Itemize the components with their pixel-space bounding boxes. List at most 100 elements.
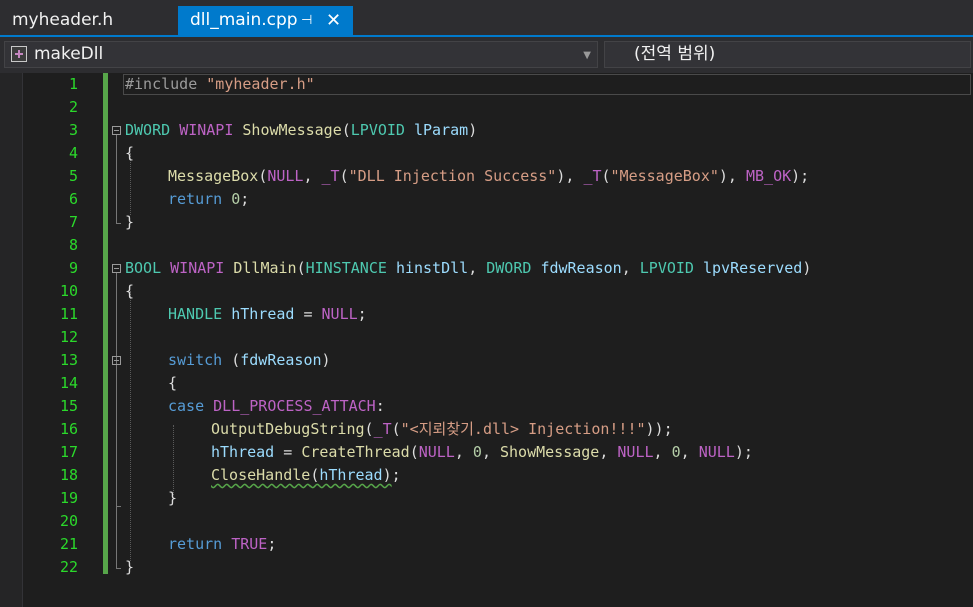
outline-end bbox=[116, 223, 121, 224]
pin-icon[interactable]: ⊣ bbox=[301, 6, 312, 35]
line-number: 11 bbox=[59, 305, 78, 323]
punctuation: , bbox=[454, 443, 473, 461]
type-name: HANDLE bbox=[168, 305, 223, 323]
parameter-name: lParam bbox=[414, 121, 469, 139]
number-literal: 0 bbox=[231, 190, 241, 208]
punctuation: ; bbox=[391, 466, 401, 484]
macro-name: _T bbox=[321, 167, 340, 185]
code-editor[interactable]: 1 2 3 4 5 6 7 8 9 10 11 12 13 14 15 16 1… bbox=[0, 73, 973, 607]
punctuation: ); bbox=[791, 167, 810, 185]
line-number: 4 bbox=[68, 144, 78, 162]
line-number: 21 bbox=[59, 535, 78, 553]
code-line-22[interactable]: } bbox=[125, 556, 134, 579]
line-number: 18 bbox=[59, 466, 78, 484]
code-line-21[interactable]: return TRUE; bbox=[168, 533, 276, 556]
code-line-16[interactable]: OutputDebugString(_T("<지뢰찾기.dll> Injecti… bbox=[211, 418, 673, 441]
punctuation: , bbox=[680, 443, 699, 461]
parameter-name: hinstDll bbox=[395, 259, 469, 277]
type-name: LPVOID bbox=[639, 259, 694, 277]
punctuation: ) bbox=[382, 466, 392, 484]
keyword: case bbox=[168, 397, 205, 415]
function-name: OutputDebugString bbox=[211, 420, 365, 438]
code-line-4[interactable]: { bbox=[125, 142, 134, 165]
macro-name: MB_OK bbox=[746, 167, 792, 185]
punctuation: , bbox=[481, 443, 500, 461]
tab-label: dll_main.cpp bbox=[190, 10, 298, 30]
punctuation: ) bbox=[468, 121, 478, 139]
include-file-string: "myheader.h" bbox=[206, 75, 315, 93]
collapse-icon[interactable] bbox=[112, 356, 121, 365]
parameter-name: lpvReserved bbox=[703, 259, 803, 277]
code-line-9[interactable]: BOOL WINAPI DllMain(HINSTANCE hinstDll, … bbox=[125, 257, 811, 280]
code-line-1[interactable]: #include "myheader.h" bbox=[125, 73, 315, 96]
collapse-icon[interactable] bbox=[112, 126, 121, 135]
tab-dll-main-cpp[interactable]: dll_main.cpp ⊣ ✕ bbox=[178, 6, 353, 35]
punctuation: ( bbox=[391, 420, 401, 438]
code-line-19[interactable]: } bbox=[168, 487, 177, 510]
type-name: HINSTANCE bbox=[305, 259, 387, 277]
code-line-3[interactable]: DWORD WINAPI ShowMessage(LPVOID lParam) bbox=[125, 119, 477, 142]
preprocessor-directive: #include bbox=[125, 75, 198, 93]
type-name: DWORD bbox=[125, 121, 171, 139]
line-number: 1 bbox=[68, 75, 78, 93]
line-number: 14 bbox=[59, 374, 78, 392]
code-line-10[interactable]: { bbox=[125, 280, 134, 303]
line-number: 15 bbox=[59, 397, 78, 415]
code-line-14[interactable]: { bbox=[168, 372, 177, 395]
macro-name: NULL bbox=[267, 167, 304, 185]
outline-line bbox=[116, 273, 117, 568]
tab-label: myheader.h bbox=[12, 10, 114, 30]
punctuation: ( bbox=[339, 167, 349, 185]
collapse-icon[interactable] bbox=[112, 264, 121, 273]
punctuation: ( bbox=[231, 351, 241, 369]
project-dropdown[interactable]: makeDll ▼ bbox=[4, 41, 598, 68]
function-name: ShowMessage bbox=[242, 121, 342, 139]
code-line-11[interactable]: HANDLE hThread = NULL; bbox=[168, 303, 367, 326]
punctuation: ( bbox=[258, 167, 268, 185]
brace: } bbox=[125, 558, 135, 576]
punctuation: ( bbox=[341, 121, 351, 139]
code-line-6[interactable]: return 0; bbox=[168, 188, 249, 211]
indent-guide bbox=[130, 291, 131, 561]
scope-dropdown[interactable]: (전역 범위) bbox=[604, 41, 971, 68]
punctuation: ) bbox=[321, 351, 331, 369]
keyword: return bbox=[168, 535, 223, 553]
tab-myheader-h[interactable]: myheader.h bbox=[0, 6, 176, 35]
code-line-18[interactable]: CloseHandle(hThread); bbox=[211, 464, 401, 487]
punctuation: , bbox=[468, 259, 487, 277]
code-line-7[interactable]: } bbox=[125, 211, 134, 234]
line-number: 19 bbox=[59, 489, 78, 507]
line-number: 20 bbox=[59, 512, 78, 530]
code-line-17[interactable]: hThread = CreateThread(NULL, 0, ShowMess… bbox=[211, 441, 753, 464]
close-icon[interactable]: ✕ bbox=[326, 6, 341, 35]
code-line-13[interactable]: switch (fdwReason) bbox=[168, 349, 331, 372]
code-line-15[interactable]: case DLL_PROCESS_ATTACH: bbox=[168, 395, 385, 418]
indicator-margin bbox=[0, 73, 22, 607]
punctuation: ( bbox=[409, 443, 419, 461]
function-name: ShowMessage bbox=[500, 443, 600, 461]
punctuation: ; bbox=[240, 190, 250, 208]
line-number: 2 bbox=[68, 98, 78, 116]
margin-divider bbox=[22, 73, 23, 607]
brace: { bbox=[125, 282, 135, 300]
macro-name: DLL_PROCESS_ATTACH bbox=[213, 397, 376, 415]
brace: { bbox=[168, 374, 178, 392]
code-line-5[interactable]: MessageBox(NULL, _T("DLL Injection Succe… bbox=[168, 165, 809, 188]
punctuation: , bbox=[303, 167, 322, 185]
line-number: 13 bbox=[59, 351, 78, 369]
macro-name: NULL bbox=[698, 443, 735, 461]
project-icon bbox=[11, 46, 27, 62]
outline-end bbox=[116, 568, 121, 569]
keyword: return bbox=[168, 190, 223, 208]
outline-line bbox=[116, 135, 117, 223]
line-number: 5 bbox=[68, 167, 78, 185]
number-literal: 0 bbox=[472, 443, 482, 461]
brace: { bbox=[125, 144, 135, 162]
